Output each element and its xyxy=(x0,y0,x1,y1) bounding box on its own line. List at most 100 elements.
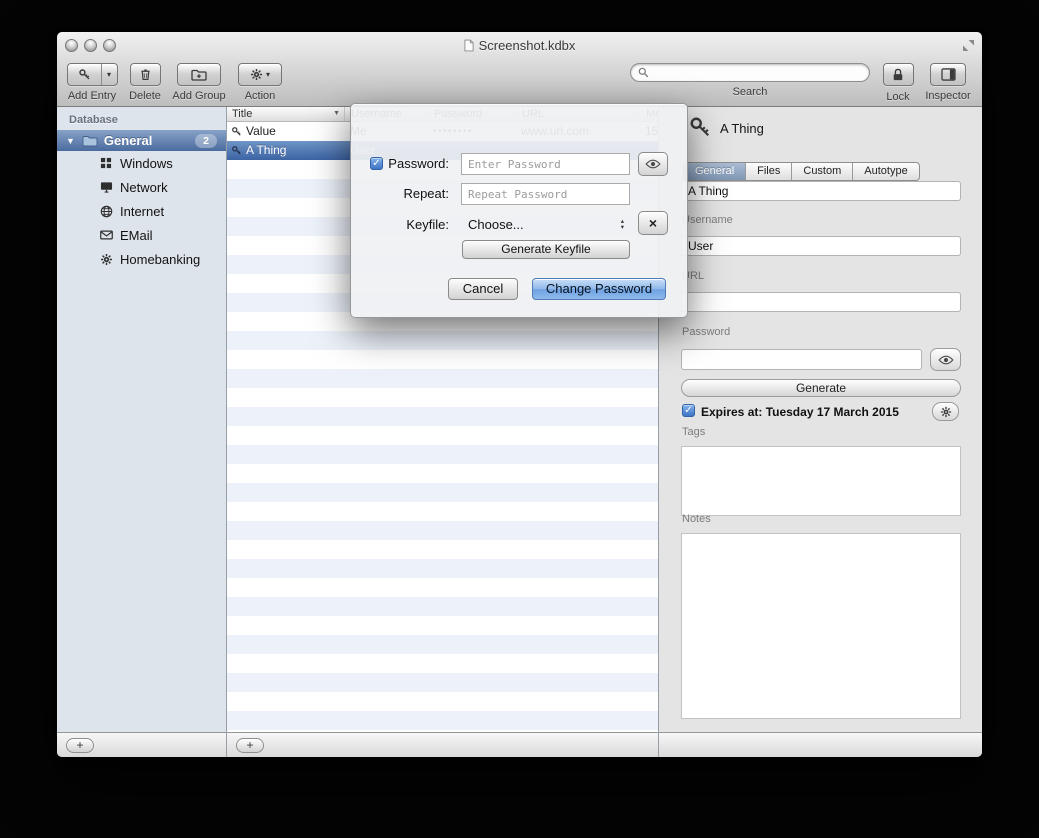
gear-icon xyxy=(250,68,263,81)
key-plus-icon xyxy=(68,64,102,85)
window-title: Screenshot.kdbx xyxy=(479,38,576,53)
generate-keyfile-button[interactable]: Generate Keyfile xyxy=(462,240,630,259)
password-field-label: Password xyxy=(682,326,730,338)
desktop-background: Screenshot.kdbx ▾ Add Entry Delete xyxy=(0,0,1039,838)
cell-title-text: Value xyxy=(246,122,276,141)
toolbar-item-add-entry: ▾ Add Entry xyxy=(66,63,118,102)
tab-custom[interactable]: Custom xyxy=(792,163,853,180)
column-header-title[interactable]: Title ▼ xyxy=(226,107,345,121)
action-dropdown-icon: ▾ xyxy=(266,70,270,79)
sidebar-item-network[interactable]: Network xyxy=(57,175,226,199)
action-button[interactable]: ▾ xyxy=(238,63,282,86)
disclosure-triangle-icon[interactable]: ▼ xyxy=(66,136,75,146)
dialog-repeat-label: Repeat: xyxy=(381,186,449,201)
windows-icon xyxy=(98,157,114,169)
search-icon xyxy=(638,67,649,78)
expires-label: Expires at: Tuesday 17 March 2015 xyxy=(701,405,899,419)
sidebar-divider[interactable] xyxy=(226,107,227,757)
internet-globe-icon xyxy=(98,205,114,218)
sidebar: Database ▼ General 2 Windows xyxy=(57,107,226,732)
tags-input[interactable] xyxy=(681,446,961,516)
username-field[interactable] xyxy=(681,236,961,256)
title-field[interactable] xyxy=(681,181,961,201)
sidebar-item-email-label: EMail xyxy=(120,228,153,243)
stepper-down-icon: ▾ xyxy=(621,225,624,231)
gear-icon xyxy=(940,406,952,418)
sidebar-item-general-label: General xyxy=(104,133,152,148)
sidebar-item-network-label: Network xyxy=(120,180,168,195)
generate-password-button[interactable]: Generate xyxy=(681,379,961,397)
eye-icon xyxy=(645,159,661,169)
add-entry-plus-button[interactable]: + xyxy=(236,738,264,753)
cell-title-text: A Thing xyxy=(246,141,286,160)
add-group-plus-button[interactable]: + xyxy=(66,738,94,753)
dialog-password-input[interactable] xyxy=(461,153,630,175)
add-entry-dropdown-icon[interactable]: ▾ xyxy=(102,64,117,85)
dialog-keyfile-label: Keyfile: xyxy=(381,217,449,232)
sidebar-item-internet[interactable]: Internet xyxy=(57,199,226,223)
popup-stepper-icon: ▴ ▾ xyxy=(621,219,624,231)
lock-label: Lock xyxy=(880,91,916,103)
action-label: Action xyxy=(237,90,283,102)
keyfile-popup-value: Choose... xyxy=(468,217,524,232)
sort-indicator-icon: ▼ xyxy=(333,107,340,121)
notes-input[interactable] xyxy=(681,533,961,719)
inspector-label: Inspector xyxy=(923,90,973,102)
tab-autotype[interactable]: Autotype xyxy=(853,163,918,180)
toolbar-item-delete: Delete xyxy=(128,63,162,102)
key-icon xyxy=(231,145,242,156)
delete-button[interactable] xyxy=(130,63,161,86)
cell-title: Value xyxy=(226,122,345,141)
toolbar-item-inspector: Inspector xyxy=(923,63,973,102)
inspector-panel-icon xyxy=(941,68,956,81)
change-password-button[interactable]: Change Password xyxy=(532,278,666,300)
add-entry-button[interactable]: ▾ xyxy=(67,63,118,86)
inspector-entry-title: A Thing xyxy=(720,121,764,136)
folder-plus-icon xyxy=(191,69,207,81)
toolbar-item-add-group: Add Group xyxy=(171,63,227,102)
eye-icon xyxy=(938,355,954,365)
sidebar-item-homebanking[interactable]: Homebanking xyxy=(57,247,226,271)
username-field-label: Username xyxy=(682,214,733,226)
toolbar-item-lock: Lock xyxy=(880,63,916,103)
cancel-button[interactable]: Cancel xyxy=(448,278,518,300)
search-input[interactable] xyxy=(630,63,870,82)
password-field[interactable] xyxy=(681,349,922,370)
keyfile-popup-button[interactable]: Choose... ▴ ▾ xyxy=(461,213,630,236)
inspector-tabs: General Files Custom Autotype xyxy=(683,162,920,181)
clear-keyfile-button[interactable]: × xyxy=(638,211,668,235)
inspector-toggle-button[interactable] xyxy=(930,63,966,86)
title-bar: Screenshot.kdbx xyxy=(57,32,982,58)
dialog-reveal-password-button[interactable] xyxy=(638,152,668,176)
email-envelope-icon xyxy=(98,230,114,240)
sidebar-item-internet-label: Internet xyxy=(120,204,164,219)
add-entry-label: Add Entry xyxy=(66,90,118,102)
add-group-button[interactable] xyxy=(177,63,221,86)
tab-general[interactable]: General xyxy=(684,163,746,180)
toolbar-item-search: Search xyxy=(630,63,870,98)
tab-files[interactable]: Files xyxy=(746,163,792,180)
close-icon: × xyxy=(649,216,657,230)
lock-button[interactable] xyxy=(883,63,914,86)
inspector-panel: A Thing General Files Custom Autotype Us… xyxy=(658,107,982,732)
sidebar-item-windows-label: Windows xyxy=(120,156,173,171)
entry-count-badge: 2 xyxy=(195,134,217,148)
reveal-password-button[interactable] xyxy=(930,348,961,371)
expires-settings-button[interactable] xyxy=(932,402,959,421)
sidebar-item-email[interactable]: EMail xyxy=(57,223,226,247)
window-title-group: Screenshot.kdbx xyxy=(57,32,982,58)
fullscreen-icon[interactable] xyxy=(962,39,975,52)
expires-checkbox[interactable]: ✓ xyxy=(682,404,695,417)
dialog-password-label: Password: xyxy=(381,156,449,171)
search-label: Search xyxy=(630,86,870,98)
homebanking-icon xyxy=(98,253,114,266)
sidebar-item-homebanking-label: Homebanking xyxy=(120,252,200,267)
sidebar-item-general[interactable]: ▼ General 2 xyxy=(57,130,226,151)
tags-label: Tags xyxy=(682,426,705,438)
sidebar-section-header: Database xyxy=(57,107,226,130)
add-group-label: Add Group xyxy=(171,90,227,102)
dialog-repeat-input[interactable] xyxy=(461,183,630,205)
url-field[interactable] xyxy=(681,292,961,312)
sidebar-item-windows[interactable]: Windows xyxy=(57,151,226,175)
bottom-bar: + + xyxy=(57,732,982,757)
